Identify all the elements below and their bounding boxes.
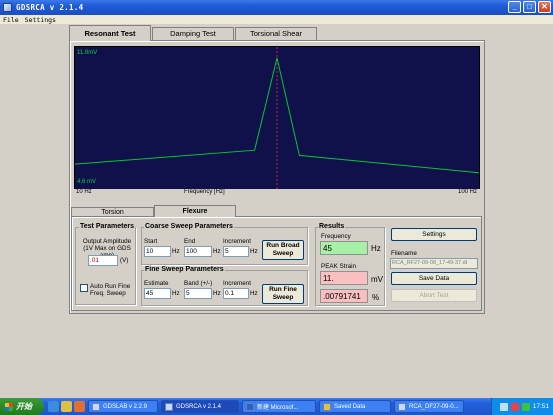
graph-x-axis: 10 Hz Frequency [Hz] 100 Hz [74, 189, 480, 198]
results-title: Results [318, 223, 346, 230]
auto-run-label: Auto Run Fine Freq. Sweep [90, 283, 131, 297]
tab-resonant-test[interactable]: Resonant Test [69, 25, 151, 41]
graph-plot [75, 47, 479, 196]
filename-field[interactable]: RCA_RF27-09-08_17-49-37.dt [390, 258, 478, 269]
task-label: 新建 Microsof... [257, 405, 299, 411]
folder-icon[interactable] [61, 401, 72, 412]
notepad-icon [398, 402, 406, 411]
coarse-start-input[interactable]: 10 [144, 246, 171, 257]
coarse-sweep-title: Coarse Sweep Parameters [144, 223, 234, 230]
menu-bar: File Settings [0, 15, 553, 24]
tab-torsional-shear[interactable]: Torsional Shear [235, 27, 317, 40]
media-icon[interactable] [74, 401, 85, 412]
maximize-button[interactable]: □ [523, 1, 536, 13]
coarse-end-label: End [184, 238, 196, 245]
frequency-response-graph: 11.9mV 4.6 mV [74, 46, 480, 197]
network-icon[interactable] [499, 402, 508, 411]
start-label: 开始 [16, 402, 32, 411]
task-gdsrca[interactable]: GDSRCA v 2.1.4 [161, 400, 239, 413]
fine-band-unit: Hz [213, 290, 221, 297]
clock: 17:51 [532, 403, 549, 410]
y-max-label: 11.9mV [77, 50, 98, 56]
windows-logo-icon [5, 402, 13, 411]
word-icon [246, 402, 254, 411]
strain-percent-result: .00791741 [320, 289, 368, 303]
coarse-start-label: Start [144, 238, 158, 245]
fine-increment-input[interactable]: 0.1 [223, 288, 249, 299]
task-gdslab[interactable]: GDSLAB v 2.2.9 [88, 400, 158, 413]
task-label: GDSRCA v 2.1.4 [176, 403, 222, 410]
volume-icon[interactable] [521, 402, 530, 411]
task-rca-file[interactable]: RCA_DF27-09-0... [394, 400, 464, 413]
start-button[interactable]: 开始 [0, 398, 44, 415]
run-fine-sweep-button[interactable]: Run Fine Sweep [262, 284, 304, 304]
task-label: GDSLAB v 2.2.9 [103, 403, 148, 410]
fine-band-label: Band (+/-) [184, 280, 213, 287]
task-label: Saved Data [334, 403, 366, 410]
coarse-end-input[interactable]: 100 [184, 246, 212, 257]
fine-increment-label: Increment [223, 280, 251, 287]
security-icon[interactable] [510, 402, 519, 411]
window-controls: _ □ ✕ [508, 1, 551, 13]
x-min-label: 10 Hz [76, 189, 92, 195]
window-title: GDSRCA v 2.1.4 [16, 3, 84, 12]
peak-strain-label: PEAK Strain [321, 263, 356, 270]
task-saved-data[interactable]: Saved Data [319, 400, 391, 413]
run-broad-sweep-button[interactable]: Run Broad Sweep [262, 240, 304, 260]
x-max-label: 100 Hz [457, 189, 477, 195]
system-tray: 17:51 [491, 398, 553, 415]
frequency-label: Frequency [321, 233, 351, 240]
task-word[interactable]: 新建 Microsof... [242, 400, 316, 413]
settings-button[interactable]: Settings [391, 228, 477, 241]
fine-estimate-label: Estimate [144, 280, 169, 287]
fine-increment-unit: Hz [250, 290, 258, 297]
coarse-increment-input[interactable]: 5 [223, 246, 249, 257]
fine-band-input[interactable]: 5 [184, 288, 212, 299]
fine-estimate-input[interactable]: 45 [144, 288, 171, 299]
menu-file[interactable]: File [3, 16, 19, 24]
frequency-unit: Hz [371, 244, 381, 253]
task-label: RCA_DF27-09-0... [409, 403, 459, 410]
frequency-result: 45 [320, 241, 368, 255]
minimize-button[interactable]: _ [508, 1, 521, 13]
peak-strain-unit: mV [371, 275, 383, 284]
test-parameters-title: Test Parameters [79, 223, 135, 230]
x-axis-title: Frequency [Hz] [184, 189, 225, 195]
auto-run-checkbox[interactable] [80, 284, 88, 292]
coarse-increment-unit: Hz [250, 248, 258, 255]
coarse-end-unit: Hz [213, 248, 221, 255]
coarse-start-unit: Hz [172, 248, 180, 255]
title-bar: GDSRCA v 2.1.4 _ □ ✕ [0, 0, 553, 15]
amplitude-input[interactable]: .01 [88, 255, 118, 266]
app-icon [3, 3, 12, 12]
peak-strain-result: 11. [320, 271, 368, 285]
tab-damping-test[interactable]: Damping Test [152, 27, 234, 40]
gdsrca-icon [165, 402, 173, 411]
fine-sweep-title: Fine Sweep Parameters [144, 266, 225, 273]
amplitude-unit: (V) [120, 257, 129, 264]
menu-settings[interactable]: Settings [25, 16, 56, 24]
filename-label: Filename [391, 250, 417, 257]
strain-percent-unit: % [372, 293, 380, 302]
save-data-button[interactable]: Save Data [391, 272, 477, 285]
fine-estimate-unit: Hz [172, 290, 180, 297]
abort-test-button[interactable]: Abort Test [391, 289, 477, 302]
folder-icon [323, 402, 331, 411]
tab-flexure[interactable]: Flexure [154, 205, 236, 217]
coarse-increment-label: Increment [223, 238, 251, 245]
y-min-label: 4.6 mV [77, 179, 97, 185]
gdslab-icon [92, 402, 100, 411]
ie-icon[interactable] [48, 401, 59, 412]
taskbar: 开始 GDSLAB v 2.2.9 GDSRCA v 2.1.4 新建 Micr… [0, 398, 553, 415]
close-button[interactable]: ✕ [538, 1, 551, 13]
